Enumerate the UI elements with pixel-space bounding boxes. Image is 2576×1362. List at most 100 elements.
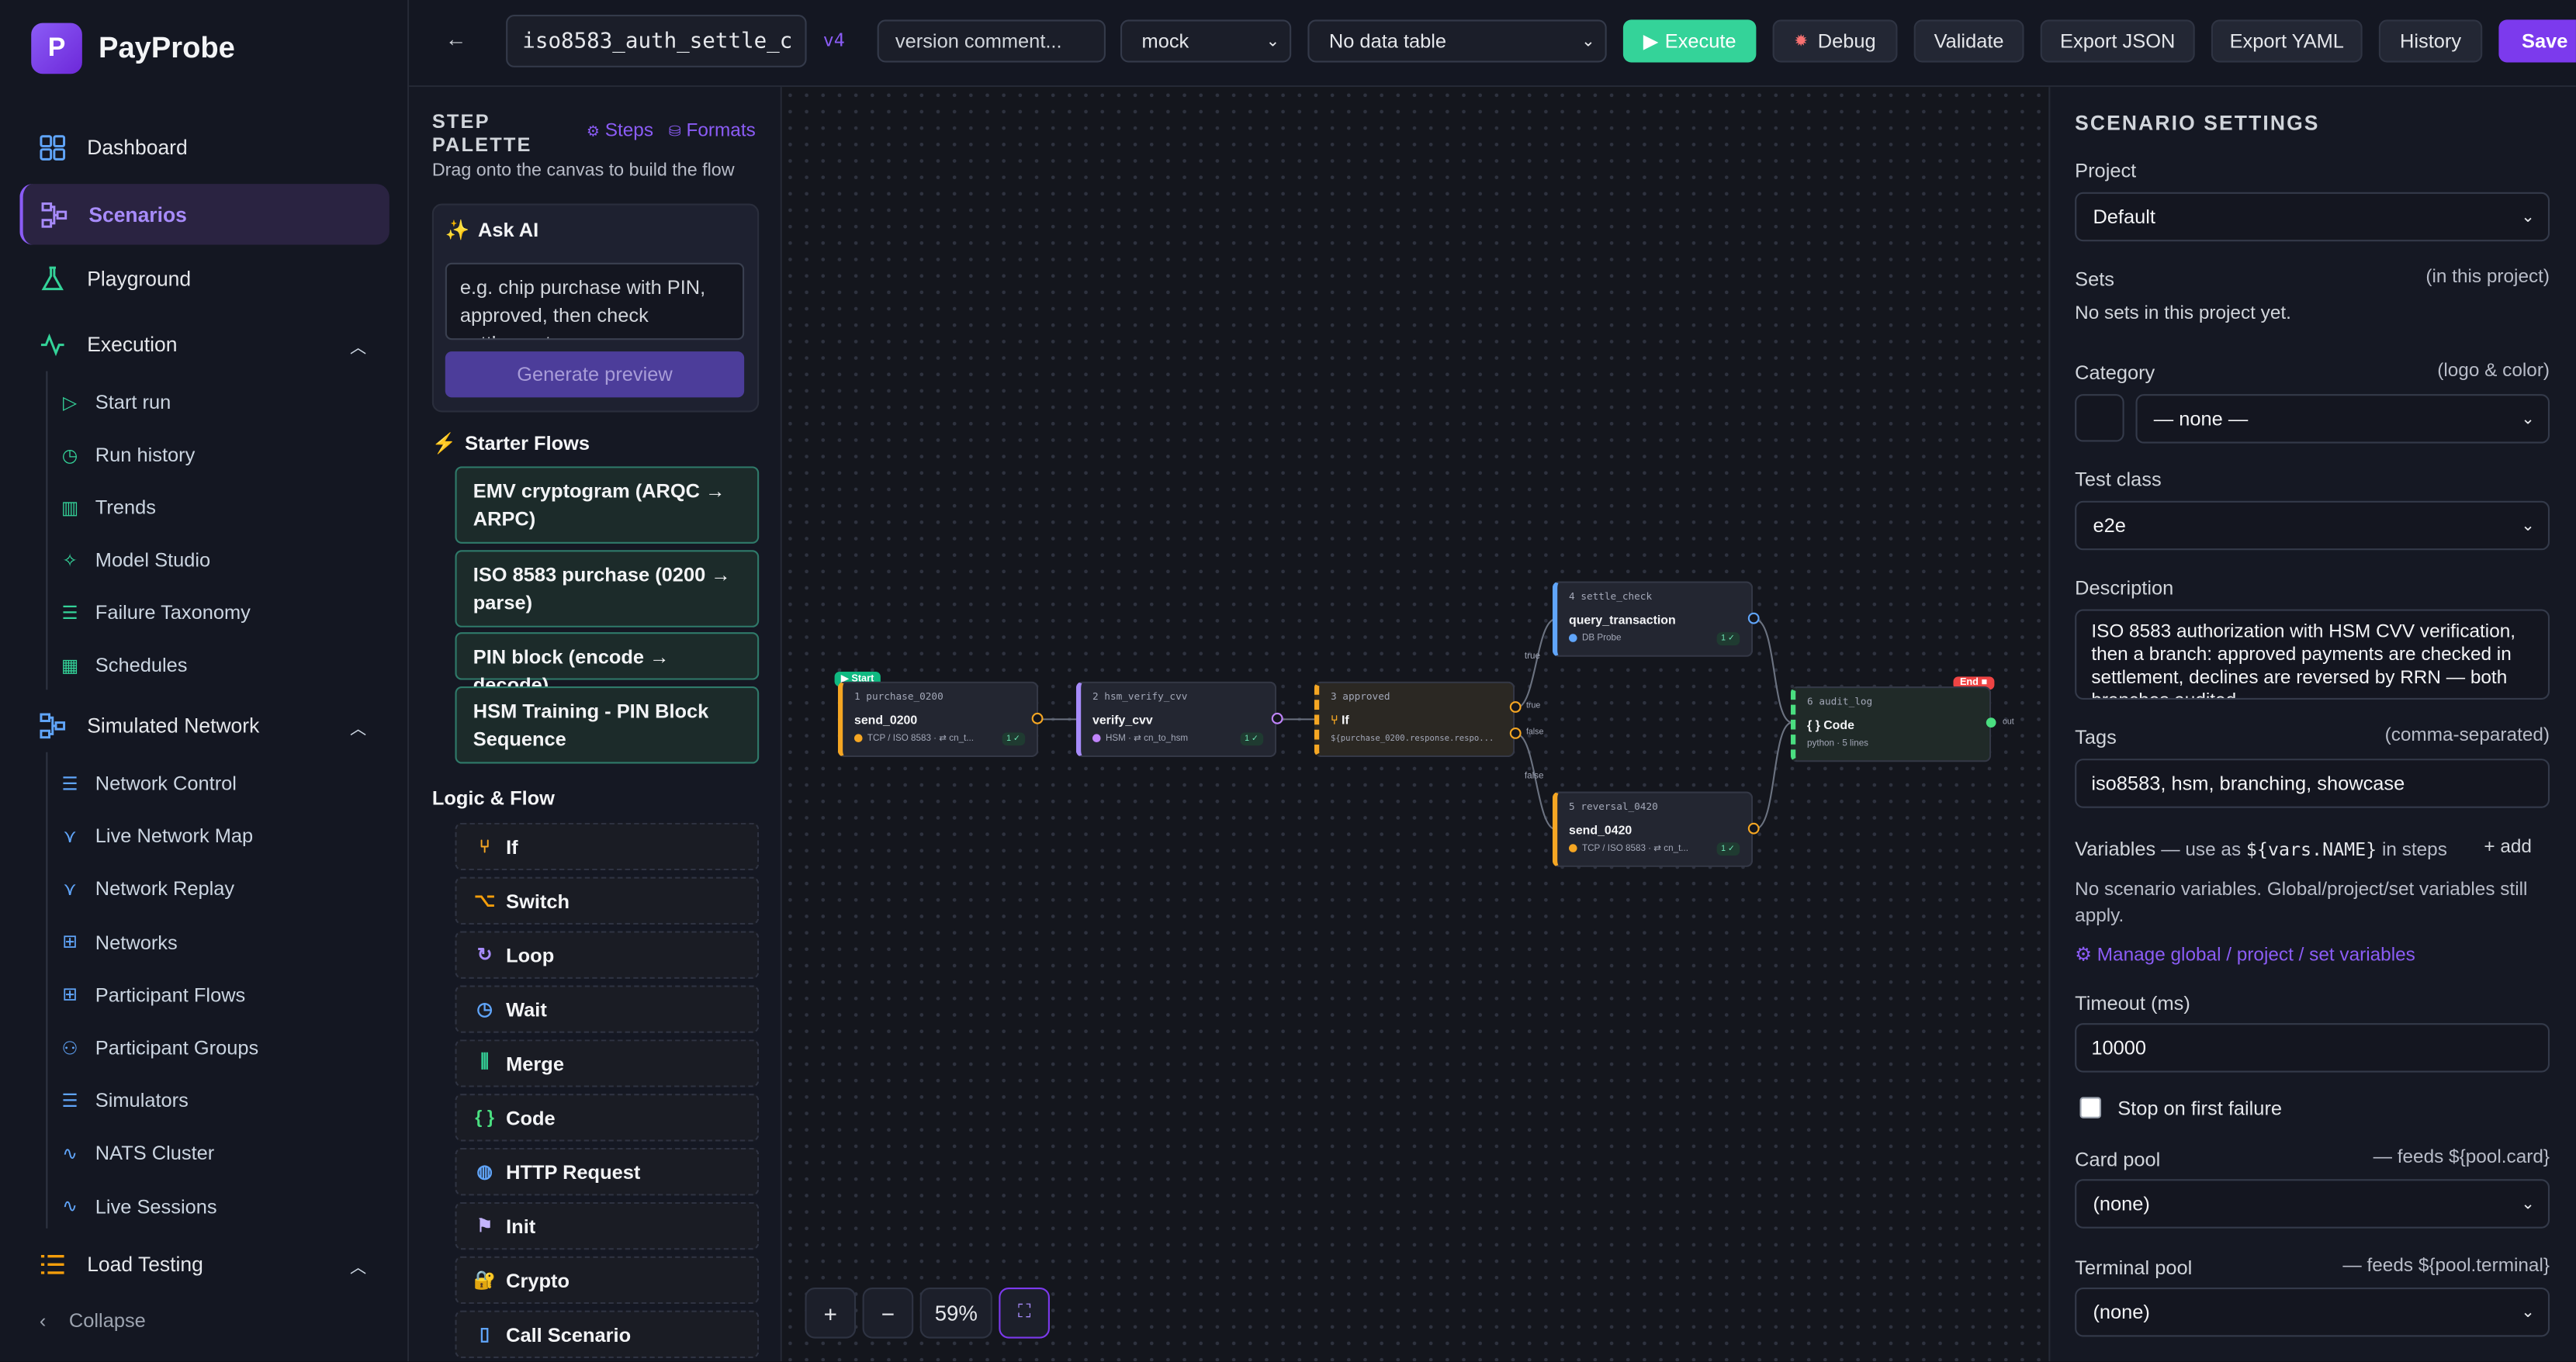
terminal-pool-label: Terminal pool [2075,1256,2193,1280]
output-port-false[interactable] [1509,727,1522,739]
flow-node-reversal-0420[interactable]: 5 reversal_0420 send_0420 TCP / ISO 8583… [1552,791,1754,867]
node-id: 6 audit_log [1807,696,1873,708]
flow-node-purchase-0200[interactable]: 1 purchase_0200 send_0200 TCP / ISO 8583… [837,681,1039,758]
node-id: 3 approved [1331,691,1390,703]
stop-on-failure-checkbox[interactable] [2079,1097,2102,1118]
terminal-pool-hint: — feeds ${pool.terminal} [2342,1256,2550,1277]
card-pool-select[interactable]: (none) ⌄ [2075,1179,2550,1229]
status-dot [853,734,863,743]
chevron-down-icon: ⌄ [2521,516,2535,535]
sets-empty-text: No sets in this project yet. [2075,303,2291,324]
node-badge: 1 ✓ [1716,632,1740,646]
category-value: — none — [2153,407,2249,430]
flow-node-hsm-verify-cvv[interactable]: 2 hsm_verify_cvv verify_cvv HSM · ⇄ cn_t… [1075,681,1277,758]
node-title: query_transaction [1569,612,1676,627]
node-meta: DB Probe [1569,634,1621,644]
variables-hint-pre: — use as [2161,841,2242,861]
status-dot [1092,734,1101,743]
flow-node-approved[interactable]: 3 approved ⑂ If ${purchase_0200.response… [1314,681,1515,758]
node-badge: 1 ✓ [1239,732,1264,746]
category-hint: (logo & color) [2437,361,2550,382]
edge-label-false: false [1524,772,1544,782]
sets-label: Sets [2075,268,2114,291]
project-value: Default [2093,205,2155,229]
status-dot [1569,844,1577,852]
node-meta-text: TCP / ISO 8583 · ⇄ cn_t... [867,734,974,745]
edge [1754,721,1793,831]
status-dot [1569,634,1577,642]
project-label: Project [2075,159,2137,183]
settings-title: SCENARIO SETTINGS [2075,111,2320,135]
node-meta-text: HSM · ⇄ cn_to_hsm [1105,734,1189,745]
stop-on-failure-label: Stop on first failure [2117,1097,2283,1120]
chevron-down-icon: ⌄ [2521,410,2535,428]
card-pool-value: (none) [2093,1192,2150,1215]
output-port[interactable] [1747,822,1760,835]
output-port[interactable] [1986,717,1996,728]
node-badge: 1 ✓ [1716,842,1740,856]
zoom-in-button[interactable]: + [805,1287,857,1339]
port-label-false: false [1525,727,1544,738]
node-meta-text: TCP / ISO 8583 · ⇄ cn_t... [1581,844,1689,854]
tags-label: Tags [2075,725,2117,749]
node-id: 1 purchase_0200 [853,691,943,703]
card-pool-hint: — feeds ${pool.card} [2373,1147,2550,1168]
category-select[interactable]: — none — ⌄ [2135,394,2550,444]
description-label: Description [2075,576,2174,600]
timeout-input[interactable]: 10000 [2075,1023,2550,1073]
output-port-true[interactable] [1509,701,1522,713]
description-textarea[interactable]: ISO 8583 authorization with HSM CVV veri… [2075,609,2550,700]
output-port[interactable] [1271,712,1283,724]
variables-hint: — use as ${vars.NAME} in steps [2161,838,2447,861]
flow-node-settle-check[interactable]: 4 settle_check query_transaction DB Prob… [1552,581,1754,657]
sets-hint: (in this project) [2425,268,2550,288]
port-label-out: out [2002,717,2014,728]
node-meta-text: DB Probe [1581,634,1622,644]
node-title: ⑂ If [1331,713,1349,728]
node-meta: TCP / ISO 8583 · ⇄ cn_t... [1569,844,1688,854]
node-meta: TCP / ISO 8583 · ⇄ cn_t... [853,734,974,745]
card-pool-label: Card pool [2075,1147,2161,1171]
timeout-label: Timeout (ms) [2075,991,2190,1015]
category-color-swatch[interactable] [2075,394,2124,442]
output-port[interactable] [1747,612,1760,624]
chevron-down-icon: ⌄ [2521,1194,2535,1213]
category-label: Category [2075,361,2155,385]
output-port[interactable] [1031,712,1044,724]
node-id: 5 reversal_0420 [1569,801,1658,814]
variables-label-row: Variables — use as ${vars.NAME} in steps [2075,838,2447,861]
node-title: verify_cvv [1092,712,1153,728]
chevron-down-icon: ⌄ [2521,1303,2535,1322]
manage-variables-link[interactable]: ⚙ Manage global / project / set variable… [2075,942,2415,966]
terminal-pool-select[interactable]: (none) ⌄ [2075,1287,2550,1337]
node-title: send_0200 [853,712,918,728]
project-select[interactable]: Default ⌄ [2075,192,2550,242]
chevron-down-icon: ⌄ [2521,207,2535,226]
variables-empty-text: No scenario variables. Global/project/se… [2075,880,2528,927]
variables-hint-post: in steps [2381,841,2447,861]
port-label-true: true [1525,701,1541,711]
flow-node-audit-log[interactable]: 6 audit_log { } Code python · 5 lines [1790,686,1992,762]
node-title: send_0420 [1569,822,1633,838]
terminal-pool-value: (none) [2093,1300,2150,1324]
node-id: 2 hsm_verify_cvv [1092,691,1188,703]
node-title: { } Code [1807,717,1854,733]
fit-view-icon: ⛶ [1017,1302,1031,1322]
variables-code: ${vars.NAME} [2245,838,2377,861]
node-meta: ${purchase_0200.response.respo... [1331,734,1494,745]
node-id: 4 settle_check [1569,591,1653,603]
tags-hint: (comma-separated) [2384,725,2550,746]
fit-view-button[interactable]: ⛶ [999,1287,1050,1339]
zoom-out-button[interactable]: − [862,1287,914,1339]
add-variable-button[interactable]: + add [2484,838,2532,857]
test-class-select[interactable]: e2e ⌄ [2075,500,2550,551]
edge [1515,618,1556,709]
edge [1754,618,1793,724]
variables-label: Variables [2075,837,2156,861]
edge-label-true: true [1524,652,1540,662]
tags-input[interactable]: iso8583, hsm, branching, showcase [2075,759,2550,808]
node-meta: python · 5 lines [1807,738,1869,749]
node-badge: 1 ✓ [1001,732,1026,746]
test-class-value: e2e [2093,513,2126,538]
zoom-level: 59% [919,1287,992,1339]
